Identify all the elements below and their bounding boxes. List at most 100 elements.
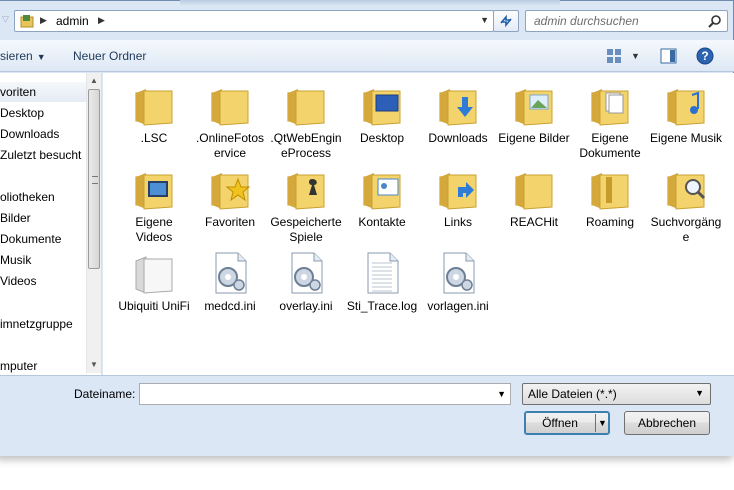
scroll-down-icon[interactable]: ▼ — [90, 360, 98, 369]
file-item[interactable]: Links — [421, 165, 495, 230]
folder-search-icon — [667, 173, 706, 210]
file-label: Links — [443, 215, 472, 229]
folder-roaming-icon — [591, 173, 629, 210]
filename-dropdown-icon[interactable]: ▼ — [497, 389, 506, 399]
organize-label: sieren — [0, 49, 33, 63]
filename-input[interactable]: ▼ — [139, 383, 511, 405]
nav-item-recent[interactable]: Zuletzt besucht — [0, 145, 86, 165]
refresh-button[interactable] — [493, 10, 519, 32]
file-item[interactable]: Roaming — [573, 165, 647, 230]
file-item[interactable]: Ubiquiti UniFi — [117, 249, 191, 314]
file-item[interactable]: .QtWebEngineProcess — [269, 81, 343, 161]
nav-item-desktop[interactable]: Desktop — [0, 103, 86, 123]
open-dropdown-icon[interactable]: ▼ — [598, 412, 607, 434]
search-placeholder[interactable]: admin durchsuchen — [534, 14, 639, 28]
folder-links-icon — [439, 173, 477, 210]
file-label: Kontakte — [358, 215, 406, 229]
address-bar[interactable]: ▶ admin ▶ ▼ — [14, 10, 494, 32]
nav-item-music[interactable]: Musik — [0, 250, 86, 270]
file-item[interactable]: Sti_Trace.log — [345, 249, 419, 314]
split-divider — [595, 414, 596, 432]
back-arrow-icon[interactable]: ▽ — [2, 14, 12, 26]
nav-item-favoriten[interactable]: voriten — [0, 82, 86, 102]
nav-item-videos[interactable]: Videos — [0, 271, 86, 291]
file-label: Ubiquiti UniFi — [118, 299, 190, 313]
file-list: .LSC .OnlineFotoservice .QtWebEngineProces… — [103, 73, 734, 375]
file-label: Eigene Dokumente — [579, 131, 641, 160]
folder-icon — [515, 173, 553, 210]
file-label: Suchvorgänge — [650, 215, 722, 244]
file-item[interactable]: Kontakte — [345, 165, 419, 230]
folder-white-icon — [135, 256, 173, 294]
breadcrumb-separator-icon[interactable]: ▶ — [98, 15, 105, 26]
file-item[interactable]: .OnlineFotoservice — [193, 81, 267, 161]
file-label: medcd.ini — [204, 299, 256, 313]
folder-icon — [20, 15, 34, 28]
file-label: Eigene Videos — [135, 215, 173, 244]
file-item[interactable]: Eigene Musik — [649, 81, 723, 146]
cancel-button[interactable]: Abbrechen — [624, 411, 710, 435]
file-label: Eigene Musik — [649, 131, 723, 145]
nav-item-pictures[interactable]: Bilder — [0, 208, 86, 228]
grip-icon — [92, 176, 98, 184]
file-item[interactable]: REACHit — [497, 165, 571, 230]
file-item[interactable]: Eigene Videos — [117, 165, 191, 245]
ini-file-icon — [215, 252, 247, 294]
filetype-select[interactable]: Alle Dateien (*.*) ▼ — [522, 383, 711, 405]
new-folder-button[interactable]: Neuer Ordner — [73, 49, 146, 63]
file-label: .OnlineFotoservice — [195, 131, 265, 160]
folder-games-icon — [287, 173, 325, 210]
view-options-icon[interactable] — [606, 48, 622, 64]
folder-pictures-icon — [515, 89, 553, 126]
folder-icon — [287, 89, 325, 126]
view-dropdown-icon[interactable]: ▼ — [631, 51, 640, 61]
breadcrumb-separator-icon[interactable]: ▶ — [40, 15, 47, 26]
nav-item-computer[interactable]: mputer — [0, 356, 86, 376]
file-label: Sti_Trace.log — [346, 299, 418, 313]
frame-glow — [180, 0, 560, 6]
file-label: overlay.ini — [279, 299, 333, 313]
filename-label: Dateiname: — [74, 387, 136, 401]
open-label: Öffnen — [542, 416, 578, 430]
file-item[interactable]: Eigene Dokumente — [573, 81, 647, 161]
nav-item-homegroup[interactable]: imnetzgruppe — [0, 314, 86, 334]
ini-file-icon — [443, 252, 475, 294]
file-item[interactable]: Desktop — [345, 81, 419, 146]
chevron-down-icon: ▼ — [695, 388, 704, 398]
nav-item-downloads[interactable]: Downloads — [0, 124, 86, 144]
filetype-value: Alle Dateien (*.*) — [528, 387, 617, 401]
preview-pane-icon[interactable] — [660, 48, 677, 64]
file-item[interactable]: Downloads — [421, 81, 495, 146]
command-bar: sieren ▼ Neuer Ordner ▼ ? — [0, 40, 734, 72]
refresh-icon — [500, 14, 512, 28]
file-item[interactable]: Gespeicherte Spiele — [269, 165, 343, 245]
nav-item-libraries[interactable]: oliotheken — [0, 187, 86, 207]
chevron-down-icon: ▼ — [36, 52, 46, 62]
breadcrumb-admin[interactable]: admin — [56, 14, 89, 28]
scroll-up-icon[interactable]: ▲ — [90, 76, 98, 85]
folder-favorites-icon — [211, 173, 251, 210]
file-item[interactable]: medcd.ini — [193, 249, 267, 314]
organize-button[interactable]: sieren ▼ — [0, 49, 46, 63]
file-item[interactable]: Favoriten — [193, 165, 267, 230]
file-item[interactable]: overlay.ini — [269, 249, 343, 314]
text-file-icon — [367, 252, 399, 294]
address-row: ▽ ▶ admin ▶ ▼ admin durchsuchen — [0, 8, 734, 34]
file-label: REACHit — [509, 215, 558, 229]
address-dropdown-icon[interactable]: ▼ — [480, 15, 489, 25]
search-box[interactable]: admin durchsuchen — [525, 10, 728, 32]
scrollbar-thumb[interactable] — [88, 89, 100, 269]
folder-icon — [211, 89, 249, 126]
open-button[interactable]: Öffnen ▼ — [524, 411, 610, 435]
file-item[interactable]: .LSC — [117, 81, 191, 146]
file-item[interactable]: vorlagen.ini — [421, 249, 495, 314]
file-item[interactable]: Suchvorgänge — [649, 165, 723, 245]
help-icon[interactable]: ? — [696, 47, 714, 65]
nav-item-documents[interactable]: Dokumente — [0, 229, 86, 249]
ini-file-icon — [291, 252, 323, 294]
file-label: Favoriten — [204, 215, 256, 229]
file-item[interactable]: Eigene Bilder — [497, 81, 571, 146]
folder-contacts-icon — [363, 173, 401, 210]
nav-scrollbar[interactable]: ▲ ▼ — [86, 73, 101, 373]
search-icon[interactable] — [708, 14, 722, 28]
